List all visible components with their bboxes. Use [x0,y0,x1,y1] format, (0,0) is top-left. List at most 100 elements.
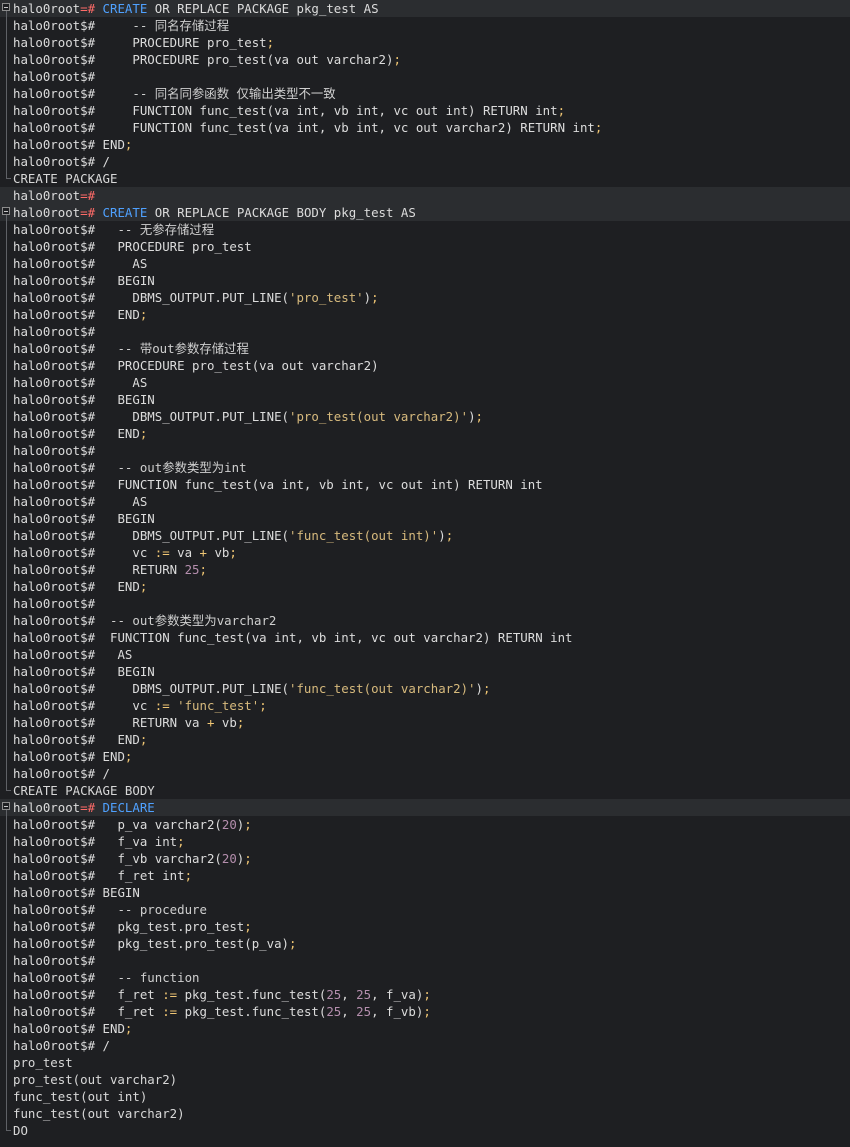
prompt-text: halo0root$# [13,86,133,101]
code-text: DBMS_OUTPUT.PUT_LINE( [132,528,290,543]
terminal-line: halo0root$# AS [0,646,850,663]
code-text: + [199,545,207,560]
fold-guide [2,442,11,459]
prompt-text: halo0root [13,188,81,203]
fold-guide [2,697,11,714]
code-text: FUNCTION func_test(va int, vb int, vc ou… [117,477,543,492]
terminal-line: halo0root$# FUNCTION func_test(va int, v… [0,629,850,646]
fold-guide [2,578,11,595]
terminal-line: halo0root=# CREATE OR REPLACE PACKAGE pk… [0,0,850,17]
fold-guide [2,867,11,884]
prompt-text: halo0root$# [13,324,96,339]
fold-guide [2,238,11,255]
code-text: BEGIN [117,511,155,526]
terminal-line: halo0root$# BEGIN [0,510,850,527]
terminal-line: halo0root$# DBMS_OUTPUT.PUT_LINE('func_t… [0,680,850,697]
code-text: 25 [184,562,200,577]
terminal-line: halo0root$# [0,952,850,969]
prompt-text: =# [80,188,96,203]
prompt-text: halo0root$# [13,222,118,237]
prompt-text: halo0root$# [13,137,103,152]
fold-toggle-icon[interactable] [2,799,11,816]
fold-guide [2,782,11,799]
prompt-text: halo0root$# [13,154,103,169]
terminal-line: halo0root$# [0,68,850,85]
prompt-text: halo0root$# [13,613,110,628]
terminal-line: halo0root$# AS [0,493,850,510]
terminal-line: halo0root$# -- out参数类型为int [0,459,850,476]
fold-guide [2,459,11,476]
fold-toggle-icon[interactable] [2,0,11,17]
terminal-line: halo0root$# / [0,1037,850,1054]
terminal-line: halo0root$# PROCEDURE pro_test(va out va… [0,357,850,374]
terminal-line: halo0root$# -- 同名存储过程 [0,17,850,34]
fold-guide [2,306,11,323]
prompt-text: halo0root$# [13,562,133,577]
prompt-text: =# [80,800,103,815]
code-text: ; [199,562,207,577]
fold-guide [2,901,11,918]
terminal-line: CREATE PACKAGE [0,170,850,187]
fold-guide [2,1088,11,1105]
code-text: ; [139,732,148,747]
code-text: END [102,749,125,764]
prompt-text: =# [80,1,103,16]
code-text: PROCEDURE pro_test [117,239,252,254]
terminal-line: halo0root$# AS [0,255,850,272]
terminal-line: halo0root$# / [0,153,850,170]
fold-guide [2,408,11,425]
code-text: END [117,307,140,322]
code-text: 25 [326,987,342,1002]
fold-guide [2,714,11,731]
code-text: := [162,1004,178,1019]
code-text: ; [393,52,401,67]
terminal-output[interactable]: halo0root=# CREATE OR REPLACE PACKAGE pk… [0,0,850,1147]
fold-guide [2,1054,11,1071]
prompt-text: halo0root$# [13,630,110,645]
fold-guide [2,476,11,493]
code-text: RETURN va [132,715,207,730]
code-text: ; [124,749,133,764]
output-text: DO [13,1123,28,1138]
prompt-text: halo0root$# [13,358,118,373]
code-text: f_va int [117,834,178,849]
code-text: ; [244,817,252,832]
fold-guide [2,1020,11,1037]
prompt-text: halo0root$# [13,698,133,713]
fold-guide [2,289,11,306]
fold-guide [2,1003,11,1020]
comment-text: -- out参数类型为varchar2 [109,613,277,628]
code-text: , [341,987,357,1002]
fold-guide [2,272,11,289]
prompt-text: halo0root$# [13,647,118,662]
code-text: 25 [356,1004,372,1019]
code-text: CREATE [102,205,148,220]
prompt-text: halo0root$# [13,460,118,475]
code-text: , f_vb) [371,1004,424,1019]
terminal-line: halo0root=# CREATE OR REPLACE PACKAGE BO… [0,204,850,221]
code-text: BEGIN [102,885,140,900]
code-text: 'func_test(out int)' [289,528,439,543]
code-text: OR REPLACE PACKAGE pkg_test AS [147,1,379,16]
code-text: ) [475,681,483,696]
comment-text: -- out参数类型为int [117,460,247,475]
fold-toggle-icon[interactable] [2,204,11,221]
fold-guide [2,1037,11,1054]
fold-guide [2,493,11,510]
fold-guide [2,1105,11,1122]
fold-guide [2,816,11,833]
prompt-text: halo0root$# [13,545,133,560]
fold-guide [2,85,11,102]
code-text: ; [244,919,252,934]
code-text: BEGIN [117,273,155,288]
code-text: AS [132,375,148,390]
fold-guide [2,153,11,170]
output-text: func_test(out varchar2) [13,1106,185,1121]
code-text: PROCEDURE pro_test(va out varchar2) [132,52,394,67]
terminal-line: halo0root$# RETURN 25; [0,561,850,578]
code-text: AS [117,647,133,662]
code-text: / [102,766,110,781]
comment-text: -- function [117,970,200,985]
prompt-text: halo0root$# [13,834,118,849]
fold-guide [2,986,11,1003]
